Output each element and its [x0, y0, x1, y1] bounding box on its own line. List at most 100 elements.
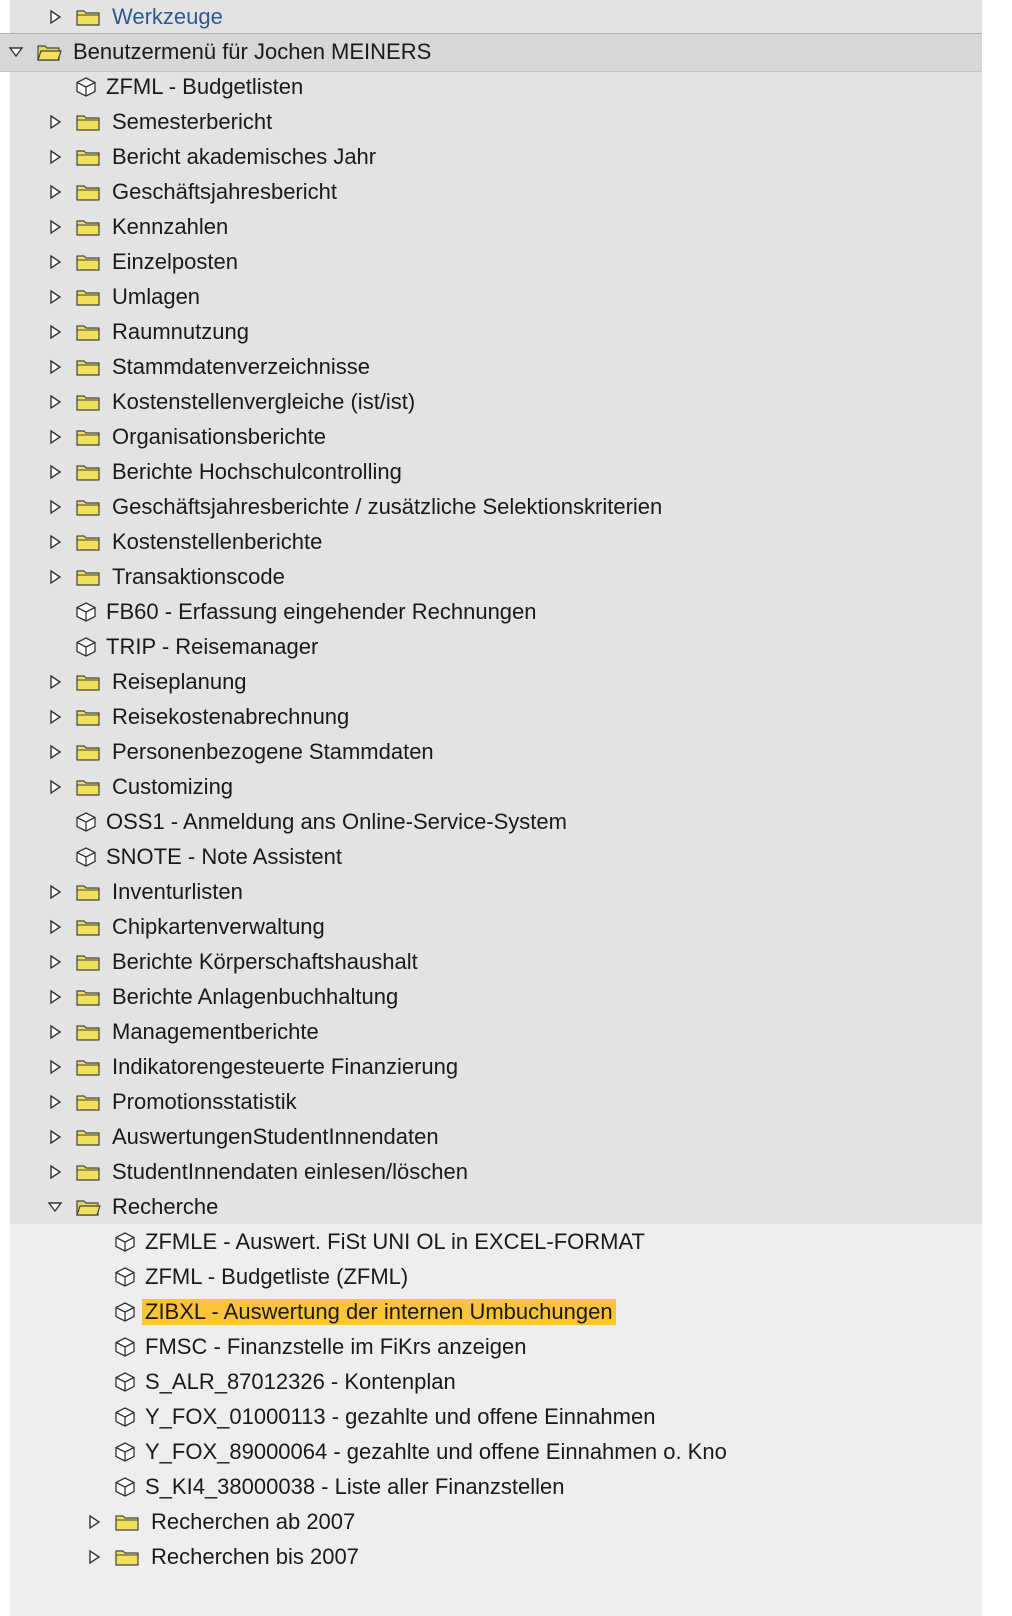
tree-folder-node[interactable]: Transaktionscode	[47, 559, 288, 594]
tree-folder-node[interactable]: Kostenstellenvergleiche (ist/ist)	[47, 384, 418, 419]
tree-transaction-node[interactable]: ZIBXL - Auswertung der internen Umbuchun…	[86, 1294, 616, 1329]
expand-triangle-icon[interactable]	[47, 988, 63, 1006]
expand-triangle-icon[interactable]	[47, 288, 63, 306]
expand-triangle-icon[interactable]	[47, 8, 63, 26]
expand-triangle-icon[interactable]	[47, 918, 63, 936]
tree-folder-node[interactable]: Recherchen ab 2007	[86, 1504, 358, 1539]
tree-folder-node[interactable]: Bericht akademisches Jahr	[47, 139, 379, 174]
transaction-cube-icon	[114, 1371, 136, 1393]
expand-triangle-icon[interactable]	[47, 218, 63, 236]
folder-label: Geschäftsjahresberichte / zusätzliche Se…	[112, 493, 663, 519]
tree-transaction-node[interactable]: TRIP - Reisemanager	[47, 629, 321, 664]
folder-icon	[75, 251, 101, 273]
tree-folder-node[interactable]: Geschäftsjahresberichte / zusätzliche Se…	[47, 489, 665, 524]
tree-folder-node[interactable]: Organisationsberichte	[47, 419, 329, 454]
expand-triangle-icon[interactable]	[47, 1058, 63, 1076]
tree-transaction-node[interactable]: Y_FOX_89000064 - gezahlte und offene Ein…	[86, 1434, 730, 1469]
folder-icon	[75, 1056, 101, 1078]
folder-label: Umlagen	[112, 283, 201, 309]
folder-icon	[75, 1126, 101, 1148]
expand-triangle-icon[interactable]	[86, 1548, 102, 1566]
folder-open-icon	[36, 41, 62, 63]
folder-icon	[75, 6, 101, 28]
expand-triangle-icon[interactable]	[47, 1093, 63, 1111]
tree-folder-node[interactable]: Promotionsstatistik	[47, 1084, 300, 1119]
tree-folder-node[interactable]: Berichte Hochschulcontrolling	[47, 454, 405, 489]
expand-triangle-icon[interactable]	[47, 358, 63, 376]
tree-folder-node[interactable]: Reiseplanung	[47, 664, 250, 699]
tree-node-root[interactable]: Benutzermenü für Jochen MEINERS	[8, 34, 434, 69]
tree-folder-node[interactable]: Stammdatenverzeichnisse	[47, 349, 373, 384]
transaction-label: OSS1 - Anmeldung ans Online-Service-Syst…	[106, 808, 567, 834]
tree-folder-node[interactable]: Chipkartenverwaltung	[47, 909, 328, 944]
tree-folder-node[interactable]: Indikatorengesteuerte Finanzierung	[47, 1049, 461, 1084]
tree-folder-node[interactable]: Umlagen	[47, 279, 203, 314]
tree-transaction-node[interactable]: S_ALR_87012326 - Kontenplan	[86, 1364, 459, 1399]
folder-label: Raumnutzung	[112, 318, 249, 344]
tree-transaction-node[interactable]: FB60 - Erfassung eingehender Rechnungen	[47, 594, 540, 629]
transaction-cube-icon	[75, 636, 97, 658]
expand-triangle-icon[interactable]	[47, 708, 63, 726]
tree-folder-node[interactable]: Berichte Anlagenbuchhaltung	[47, 979, 401, 1014]
expand-triangle-icon[interactable]	[47, 323, 63, 341]
tree-folder-node[interactable]: Customizing	[47, 769, 236, 804]
tree-folder-node[interactable]: Inventurlisten	[47, 874, 246, 909]
expand-triangle-icon[interactable]	[47, 393, 63, 411]
folder-icon	[75, 566, 101, 588]
expand-triangle-icon[interactable]	[47, 1128, 63, 1146]
tree-folder-node[interactable]: Einzelposten	[47, 244, 241, 279]
tree-transaction-node[interactable]: SNOTE - Note Assistent	[47, 839, 345, 874]
expand-triangle-icon[interactable]	[47, 498, 63, 516]
tree-transaction-node[interactable]: ZFML - Budgetliste (ZFML)	[86, 1259, 411, 1294]
tree-folder-node[interactable]: Berichte Körperschaftshaushalt	[47, 944, 421, 979]
expand-triangle-icon[interactable]	[86, 1513, 102, 1531]
folder-label: Stammdatenverzeichnisse	[112, 353, 371, 379]
folder-icon	[75, 1091, 101, 1113]
folder-icon	[75, 181, 101, 203]
tree-transaction-node[interactable]: Y_FOX_01000113 - gezahlte und offene Ein…	[86, 1399, 658, 1434]
tree-folder-node[interactable]: Kostenstellenberichte	[47, 524, 325, 559]
tree-folder-node[interactable]: Recherche	[47, 1189, 221, 1224]
expand-triangle-icon[interactable]	[47, 883, 63, 901]
tree-folder-node[interactable]: Semesterbericht	[47, 104, 275, 139]
folder-icon	[75, 671, 101, 693]
expand-triangle-icon[interactable]	[47, 953, 63, 971]
expand-triangle-icon[interactable]	[47, 1163, 63, 1181]
expand-triangle-icon[interactable]	[47, 743, 63, 761]
expand-triangle-icon[interactable]	[47, 183, 63, 201]
expand-triangle-icon[interactable]	[47, 673, 63, 691]
folder-label: Berichte Körperschaftshaushalt	[112, 948, 418, 974]
expand-triangle-icon[interactable]	[47, 568, 63, 586]
collapse-triangle-icon[interactable]	[47, 1198, 63, 1216]
tree-node-werkzeuge[interactable]: Werkzeuge	[47, 0, 226, 34]
tree-folder-node[interactable]: Reisekostenabrechnung	[47, 699, 352, 734]
tree-transaction-node[interactable]: FMSC - Finanzstelle im FiKrs anzeigen	[86, 1329, 529, 1364]
tree-folder-node[interactable]: Kennzahlen	[47, 209, 231, 244]
expand-triangle-icon[interactable]	[47, 148, 63, 166]
tree-folder-node[interactable]: Raumnutzung	[47, 314, 252, 349]
expand-triangle-icon[interactable]	[47, 253, 63, 271]
expand-triangle-icon[interactable]	[47, 463, 63, 481]
tree-folder-node[interactable]: StudentInnendaten einlesen/löschen	[47, 1154, 471, 1189]
collapse-triangle-icon[interactable]	[8, 43, 24, 61]
tree-folder-node[interactable]: Recherchen bis 2007	[86, 1539, 362, 1574]
tree-folder-node[interactable]: Managementberichte	[47, 1014, 322, 1049]
folder-label: Einzelposten	[112, 248, 238, 274]
transaction-cube-icon	[114, 1441, 136, 1463]
expand-triangle-icon[interactable]	[47, 113, 63, 131]
folder-icon	[75, 776, 101, 798]
tree-folder-node[interactable]: AuswertungenStudentInnendaten	[47, 1119, 442, 1154]
expand-triangle-icon[interactable]	[47, 778, 63, 796]
tree-transaction-node[interactable]: S_KI4_38000038 - Liste aller Finanzstell…	[86, 1469, 568, 1504]
tree-transaction-node[interactable]: ZFMLE - Auswert. FiSt UNI OL in EXCEL-FO…	[86, 1224, 648, 1259]
expand-triangle-icon[interactable]	[47, 533, 63, 551]
expand-triangle-icon[interactable]	[47, 428, 63, 446]
tree-transaction-node[interactable]: OSS1 - Anmeldung ans Online-Service-Syst…	[47, 804, 570, 839]
transaction-label: SNOTE - Note Assistent	[106, 843, 342, 869]
folder-icon	[75, 286, 101, 308]
tree-folder-node[interactable]: Personenbezogene Stammdaten	[47, 734, 437, 769]
expand-triangle-icon[interactable]	[47, 1023, 63, 1041]
folder-label: Semesterbericht	[112, 108, 273, 134]
tree-transaction-node[interactable]: ZFML - Budgetlisten	[47, 69, 306, 104]
tree-folder-node[interactable]: Geschäftsjahresbericht	[47, 174, 340, 209]
